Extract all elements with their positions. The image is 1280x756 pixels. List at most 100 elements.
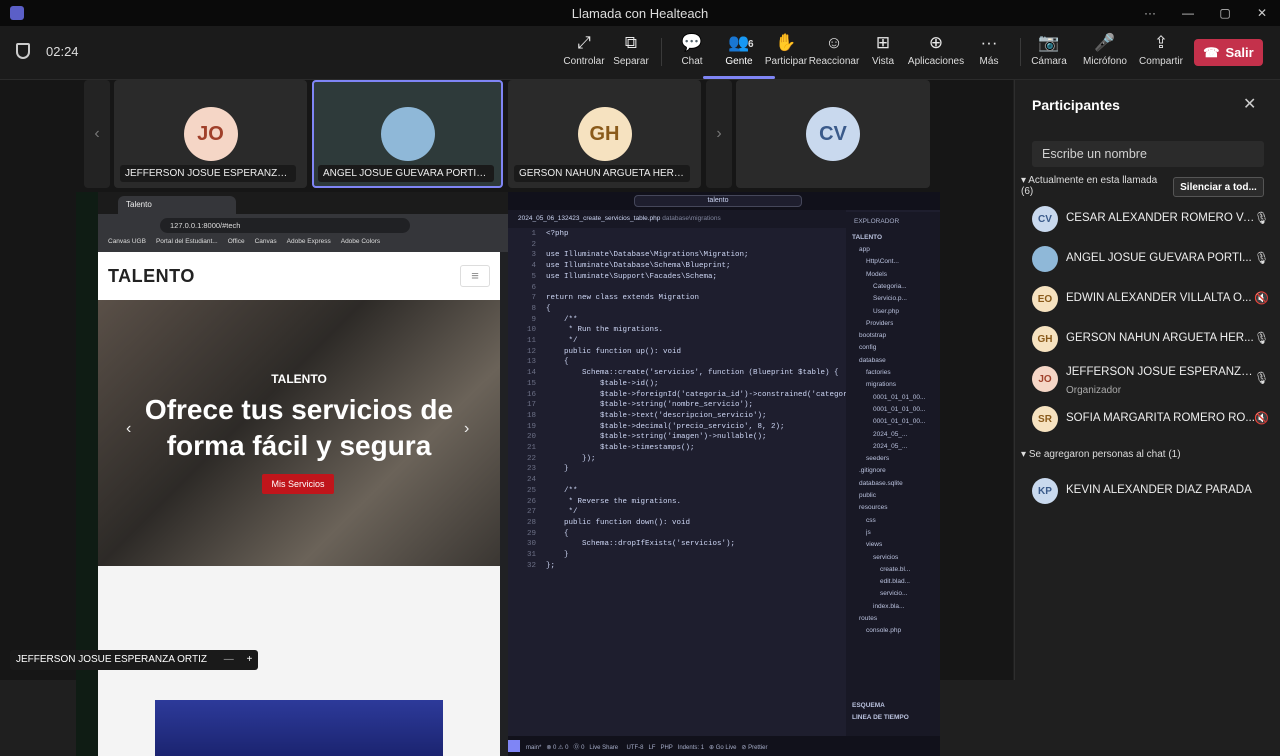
bookmark-item[interactable]: Adobe Express — [287, 238, 331, 250]
camara-button[interactable]: 📷 Cámara — [1021, 32, 1077, 74]
code-line[interactable]: 13 { — [508, 358, 569, 369]
bookmark-item[interactable]: Canvas UGB — [108, 238, 146, 250]
zoom-in-icon[interactable]: + — [247, 654, 253, 665]
carousel-next-icon[interactable]: › — [464, 420, 469, 438]
explorer-item[interactable]: database.sqlite — [859, 480, 903, 487]
aplicaciones-button[interactable]: ⊕ Aplicaciones — [908, 32, 964, 74]
explorer-item[interactable]: Servicio.p... — [873, 295, 907, 302]
code-line[interactable]: 25 /** — [508, 487, 578, 498]
code-line[interactable]: 31 } — [508, 551, 569, 562]
explorer-item[interactable]: resources — [859, 504, 888, 511]
explorer-project[interactable]: TALENTO — [852, 234, 882, 241]
code-editor[interactable]: 1 <?php 2 3 use Illuminate\Database\Migratio… — [508, 230, 846, 736]
explorer-item[interactable]: 0001_01_01_00... — [873, 406, 925, 413]
explorer-item[interactable]: 2024_05_... — [873, 443, 907, 450]
explorer-item[interactable]: public — [859, 492, 876, 499]
outline-section[interactable]: ESQUEMA — [852, 702, 885, 709]
browser-tab[interactable]: Talento — [118, 196, 236, 214]
minimize-button[interactable]: — — [1170, 0, 1206, 26]
explorer-item[interactable]: .gitignore — [859, 467, 886, 474]
participant-row[interactable]: ANGEL JOSUE GUEVARA PORTI... 🎙 — [1032, 244, 1272, 276]
added-section-header[interactable]: ▾ Se agregaron personas al chat (1) — [1021, 449, 1181, 460]
in-call-section-header[interactable]: ▾ Actualmente en esta llamada (6) — [1021, 175, 1166, 197]
code-line[interactable]: 30 Schema::dropIfExists('servicios'); — [508, 540, 735, 551]
close-window-button[interactable]: ✕ — [1244, 0, 1280, 26]
code-line[interactable]: 10 * Run the migrations. — [508, 326, 663, 337]
code-line[interactable]: 12 public function up(): void — [508, 348, 681, 359]
code-line[interactable]: 4 use Illuminate\Database\Schema\Blueprin… — [508, 262, 730, 273]
code-line[interactable]: 24 — [508, 476, 546, 487]
carousel-prev-icon[interactable]: ‹ — [126, 420, 131, 438]
participant-search-input[interactable]: Escribe un nombre — [1032, 141, 1264, 167]
explorer-item[interactable]: config — [859, 344, 876, 351]
code-line[interactable]: 3 use Illuminate\Database\Migrations\Migr… — [508, 251, 748, 262]
video-tile[interactable]: GH GERSON NAHUN ARGUETA HERNA... — [508, 80, 701, 188]
separar-button[interactable]: ⧉ Separar — [603, 32, 659, 74]
code-line[interactable]: 20 $table->string('imagen')->nullable(); — [508, 433, 767, 444]
site-brand[interactable]: TALENTO — [108, 266, 195, 287]
command-search[interactable]: talento — [634, 195, 802, 207]
code-line[interactable]: 29 { — [508, 530, 569, 541]
tiles-next-button[interactable]: › — [706, 80, 732, 188]
code-line[interactable]: 2 — [508, 241, 546, 252]
mas-button[interactable]: ··· Más — [961, 32, 1017, 74]
explorer-item[interactable]: index.bla... — [873, 603, 904, 610]
vista-button[interactable]: ⊞ Vista — [855, 32, 911, 74]
participant-row[interactable]: EO EDWIN ALEXANDER VILLALTA O... 🔇 — [1032, 284, 1272, 316]
leave-button[interactable]: ☎ Salir — [1194, 39, 1263, 66]
code-line[interactable]: 16 $table->foreignId('categoria_id')->co… — [508, 391, 846, 402]
code-line[interactable]: 5 use Illuminate\Support\Facades\Schema; — [508, 273, 717, 284]
code-line[interactable]: 22 }); — [508, 455, 596, 466]
bookmark-item[interactable]: Office — [228, 238, 245, 250]
code-line[interactable]: 1 <?php — [508, 230, 568, 241]
explorer-item[interactable]: Http\Cont... — [866, 258, 899, 265]
video-tile[interactable]: JO JEFFERSON JOSUE ESPERANZA OR... — [114, 80, 307, 188]
explorer-item[interactable]: routes — [859, 615, 877, 622]
bookmark-item[interactable]: Adobe Colors — [341, 238, 380, 250]
code-line[interactable]: 32}; — [508, 562, 555, 573]
code-line[interactable]: 23 } — [508, 465, 569, 476]
remote-icon[interactable] — [508, 740, 520, 752]
explorer-item[interactable]: Models — [866, 271, 887, 278]
participant-row[interactable]: CV CESAR ALEXANDER ROMERO VA... 🎙 — [1032, 204, 1272, 236]
code-line[interactable]: 9 /** — [508, 316, 577, 327]
compartir-button[interactable]: ⇪ Compartir — [1133, 32, 1189, 74]
explorer-item[interactable]: create.bl... — [880, 566, 910, 573]
explorer-item[interactable]: servicio... — [880, 590, 907, 597]
mute-all-button[interactable]: Silenciar a tod... — [1173, 177, 1264, 197]
hamburger-menu-icon[interactable]: ≡ — [460, 265, 490, 287]
explorer-item[interactable]: Providers — [866, 320, 893, 327]
explorer-item[interactable]: factories — [866, 369, 891, 376]
explorer-item[interactable]: console.php — [866, 627, 901, 634]
more-options-icon[interactable]: ··· — [1132, 0, 1168, 26]
code-line[interactable]: 18 $table->text('descripcion_servicio'); — [508, 412, 767, 423]
close-icon[interactable]: ✕ — [1243, 94, 1256, 114]
bookmark-item[interactable]: Canvas — [255, 238, 277, 250]
explorer-item[interactable]: User.php — [873, 308, 899, 315]
bookmark-item[interactable]: Portal del Estudiant... — [156, 238, 218, 250]
code-line[interactable]: 14 Schema::create('servicios', function … — [508, 369, 839, 380]
code-line[interactable]: 28 public function down(): void — [508, 519, 690, 530]
explorer-item[interactable]: app — [859, 246, 870, 253]
timeline-section[interactable]: LÍNEA DE TIEMPO — [852, 714, 909, 721]
explorer-item[interactable]: 0001_01_01_00... — [873, 418, 925, 425]
explorer-item[interactable]: edit.blad... — [880, 578, 910, 585]
explorer-item[interactable]: seeders — [866, 455, 889, 462]
explorer-item[interactable]: js — [866, 529, 871, 536]
video-tile[interactable]: ANGEL JOSUE GUEVARA PORTILLO — [312, 80, 503, 188]
code-line[interactable]: 26 * Reverse the migrations. — [508, 498, 681, 509]
explorer-item[interactable]: views — [866, 541, 882, 548]
explorer-item[interactable]: 2024_05_... — [873, 431, 907, 438]
video-tile[interactable]: CV — [736, 80, 930, 188]
participant-row[interactable]: KP KEVIN ALEXANDER DIAZ PARADA — [1032, 476, 1272, 508]
explorer-item[interactable]: bootstrap — [859, 332, 886, 339]
code-line[interactable]: 27 */ — [508, 508, 578, 519]
code-line[interactable]: 15 $table->id(); — [508, 380, 659, 391]
code-line[interactable]: 21 $table->timestamps(); — [508, 444, 695, 455]
maximize-button[interactable]: ▢ — [1207, 0, 1243, 26]
editor-tab[interactable]: 2024_05_06_132423_create_servicios_table… — [508, 210, 846, 228]
hero-cta-button[interactable]: Mis Servicios — [262, 474, 334, 494]
explorer-item[interactable]: migrations — [866, 381, 896, 388]
tiles-prev-button[interactable]: ‹ — [84, 80, 110, 188]
participant-row[interactable]: JO JEFFERSON JOSUE ESPERANZA ... Organizad… — [1032, 364, 1272, 396]
